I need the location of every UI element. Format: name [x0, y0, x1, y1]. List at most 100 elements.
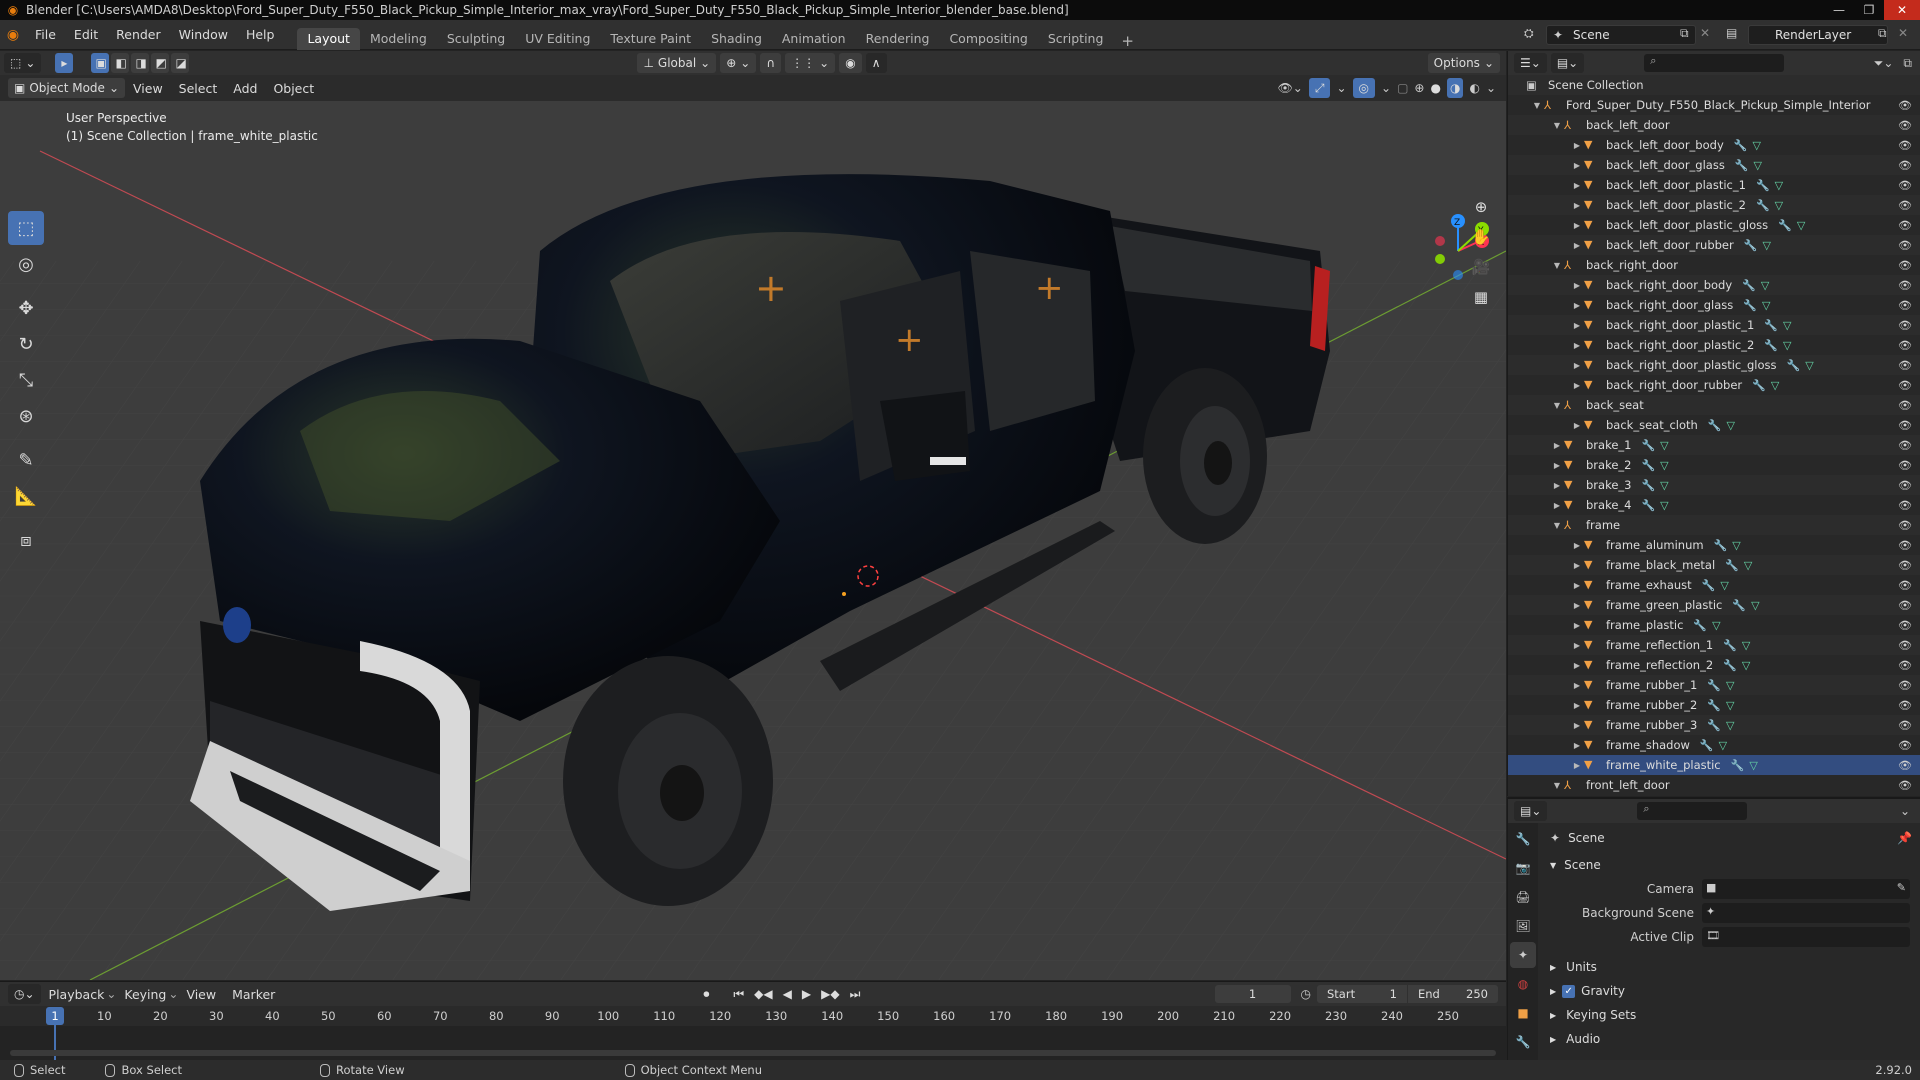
add-workspace-button[interactable]: +: [1113, 32, 1142, 50]
transform-tool-icon[interactable]: ⊛: [8, 399, 44, 433]
visibility-eye-icon[interactable]: 👁: [1898, 299, 1912, 312]
visibility-eye-icon[interactable]: 👁: [1898, 279, 1912, 292]
select-tool-mode-button[interactable]: ▸: [55, 53, 74, 73]
mesh-data-icon[interactable]: ▽: [1720, 579, 1728, 592]
expand-right-icon[interactable]: ▶: [1570, 301, 1584, 310]
timeline-editor-type-icon[interactable]: ◷⌄: [8, 984, 41, 1004]
outliner-row[interactable]: ▶ ▼ frame_reflection_1 🔧 ▽ 👁: [1508, 635, 1920, 655]
expand-right-icon[interactable]: ▶: [1550, 461, 1564, 470]
outliner-row[interactable]: ▶ ▼ back_left_door_plastic_2 🔧 ▽ 👁: [1508, 195, 1920, 215]
pin-icon[interactable]: 📌: [1897, 831, 1912, 845]
scene-collection-row[interactable]: ▣ Scene Collection: [1508, 75, 1920, 95]
outliner-row[interactable]: ▶ ▼ back_left_door_body 🔧 ▽ 👁: [1508, 135, 1920, 155]
modifier-wrench-icon[interactable]: 🔧: [1743, 299, 1757, 312]
expand-right-icon[interactable]: ▶: [1570, 281, 1584, 290]
modifier-wrench-icon[interactable]: 🔧: [1700, 739, 1714, 752]
visibility-eye-icon[interactable]: 👁: [1898, 539, 1912, 552]
scene-selector[interactable]: ✦ Scene: [1546, 25, 1696, 45]
perspective-toggle-icon[interactable]: ▦: [1467, 283, 1495, 311]
tab-uv-editing[interactable]: UV Editing: [515, 28, 600, 50]
outliner-row[interactable]: ▶ ▼ frame_shadow 🔧 ▽ 👁: [1508, 735, 1920, 755]
expand-right-icon[interactable]: ▶: [1570, 661, 1584, 670]
mesh-data-icon[interactable]: ▽: [1726, 679, 1734, 692]
view-layer-selector[interactable]: RenderLayer: [1748, 25, 1888, 45]
expand-right-icon[interactable]: ▶: [1570, 601, 1584, 610]
mesh-data-icon[interactable]: ▽: [1761, 279, 1769, 292]
scale-tool-icon[interactable]: ⤡: [8, 363, 44, 397]
properties-editor-type-icon[interactable]: ▤⌄: [1514, 801, 1548, 821]
modifier-wrench-icon[interactable]: 🔧: [1702, 579, 1716, 592]
expand-right-icon[interactable]: ▶: [1570, 761, 1584, 770]
modifier-wrench-icon[interactable]: 🔧: [1641, 439, 1655, 452]
camera-view-icon[interactable]: 🎥: [1467, 253, 1495, 281]
start-frame-field[interactable]: Start 1: [1317, 985, 1407, 1003]
gizmo-toggle-icon[interactable]: ⤢: [1308, 78, 1331, 98]
visibility-eye-icon[interactable]: 👁: [1898, 239, 1912, 252]
visibility-eye-icon[interactable]: 👁: [1898, 399, 1912, 412]
mesh-data-icon[interactable]: ▽: [1762, 299, 1770, 312]
tab-scripting[interactable]: Scripting: [1038, 28, 1114, 50]
playhead[interactable]: 1: [46, 1007, 64, 1025]
select-box-tool-icon[interactable]: ⬚: [8, 211, 44, 245]
select-subtract-icon[interactable]: ◨: [131, 53, 150, 73]
visibility-eye-icon[interactable]: 👁: [1898, 179, 1912, 192]
outliner-row[interactable]: ▶ ▼ back_left_door_plastic_gloss 🔧 ▽ 👁: [1508, 215, 1920, 235]
display-mode-icon[interactable]: ▤⌄: [1550, 53, 1585, 73]
modifier-wrench-icon[interactable]: 🔧: [1723, 659, 1737, 672]
visibility-eye-icon[interactable]: 👁: [1898, 599, 1912, 612]
pan-hand-icon[interactable]: ✋: [1467, 223, 1495, 251]
viewport-menu-object[interactable]: Object: [265, 81, 322, 96]
modifier-wrench-icon[interactable]: 🔧: [1641, 479, 1655, 492]
modifier-wrench-icon[interactable]: 🔧: [1731, 759, 1745, 772]
menu-edit[interactable]: Edit: [65, 20, 107, 50]
tab-rendering[interactable]: Rendering: [856, 28, 940, 50]
shading-options-icon[interactable]: ⌄: [1486, 81, 1496, 95]
wireframe-shading-icon[interactable]: ⊕: [1414, 81, 1424, 95]
playback-menu[interactable]: Playback: [41, 987, 113, 1002]
annotate-tool-icon[interactable]: ✎: [8, 443, 44, 477]
expand-down-icon[interactable]: ▼: [1550, 401, 1564, 410]
mesh-data-icon[interactable]: ▽: [1732, 539, 1740, 552]
modifier-wrench-icon[interactable]: 🔧: [1735, 159, 1749, 172]
tab-animation[interactable]: Animation: [772, 28, 856, 50]
outliner-row[interactable]: ▶ ▼ frame_green_plastic 🔧 ▽ 👁: [1508, 595, 1920, 615]
expand-down-icon[interactable]: ▼: [1530, 101, 1544, 110]
visibility-eye-icon[interactable]: 👁: [1898, 759, 1912, 772]
gravity-checkbox[interactable]: ✓: [1562, 984, 1576, 998]
modifier-wrench-icon[interactable]: 🔧: [1764, 319, 1778, 332]
outliner-row[interactable]: ▶ ▼ frame_rubber_1 🔧 ▽ 👁: [1508, 675, 1920, 695]
expand-right-icon[interactable]: ▶: [1550, 481, 1564, 490]
tab-layout[interactable]: Layout: [297, 27, 360, 50]
outliner-row[interactable]: ▶ ▼ back_right_door_glass 🔧 ▽ 👁: [1508, 295, 1920, 315]
outliner-row[interactable]: ▶ ▼ frame_rubber_3 🔧 ▽ 👁: [1508, 715, 1920, 735]
expand-down-icon[interactable]: ▼: [1550, 121, 1564, 130]
outliner-row[interactable]: ▶ ▼ brake_1 🔧 ▽ 👁: [1508, 435, 1920, 455]
outliner-row[interactable]: ▶ ▼ brake_3 🔧 ▽ 👁: [1508, 475, 1920, 495]
expand-right-icon[interactable]: ▶: [1570, 621, 1584, 630]
outliner-row[interactable]: ▶ ▼ frame_white_plastic 🔧 ▽ 👁: [1508, 755, 1920, 775]
expand-right-icon[interactable]: ▶: [1570, 721, 1584, 730]
visibility-eye-icon[interactable]: 👁: [1898, 719, 1912, 732]
mesh-data-icon[interactable]: ▽: [1783, 339, 1791, 352]
eyedropper-icon[interactable]: ✎: [1897, 881, 1906, 894]
expand-right-icon[interactable]: ▶: [1570, 221, 1584, 230]
move-tool-icon[interactable]: ✥: [8, 291, 44, 325]
properties-search-field[interactable]: ⌕: [1637, 802, 1748, 820]
mesh-data-icon[interactable]: ▽: [1752, 139, 1760, 152]
mesh-data-icon[interactable]: ▽: [1660, 479, 1668, 492]
active-clip-field[interactable]: 🎞: [1702, 927, 1910, 947]
expand-right-icon[interactable]: ▶: [1570, 201, 1584, 210]
mesh-data-icon[interactable]: ▽: [1783, 319, 1791, 332]
outliner-search-field[interactable]: ⌕: [1644, 54, 1785, 72]
outliner-row[interactable]: ▶ ▼ brake_4 🔧 ▽ 👁: [1508, 495, 1920, 515]
viewport-menu-select[interactable]: Select: [171, 81, 226, 96]
rotate-tool-icon[interactable]: ↻: [8, 327, 44, 361]
keying-sets-panel-header[interactable]: ▶ Keying Sets: [1542, 1003, 1920, 1027]
world-tab-icon[interactable]: ◍: [1510, 971, 1536, 997]
modifier-wrench-icon[interactable]: 🔧: [1744, 239, 1758, 252]
modifier-wrench-icon[interactable]: 🔧: [1708, 419, 1722, 432]
outliner-row[interactable]: ▶ ▼ frame_plastic 🔧 ▽ 👁: [1508, 615, 1920, 635]
visibility-eye-icon[interactable]: 👁: [1898, 499, 1912, 512]
mesh-data-icon[interactable]: ▽: [1797, 219, 1805, 232]
clock-icon[interactable]: ◷: [1301, 987, 1311, 1001]
